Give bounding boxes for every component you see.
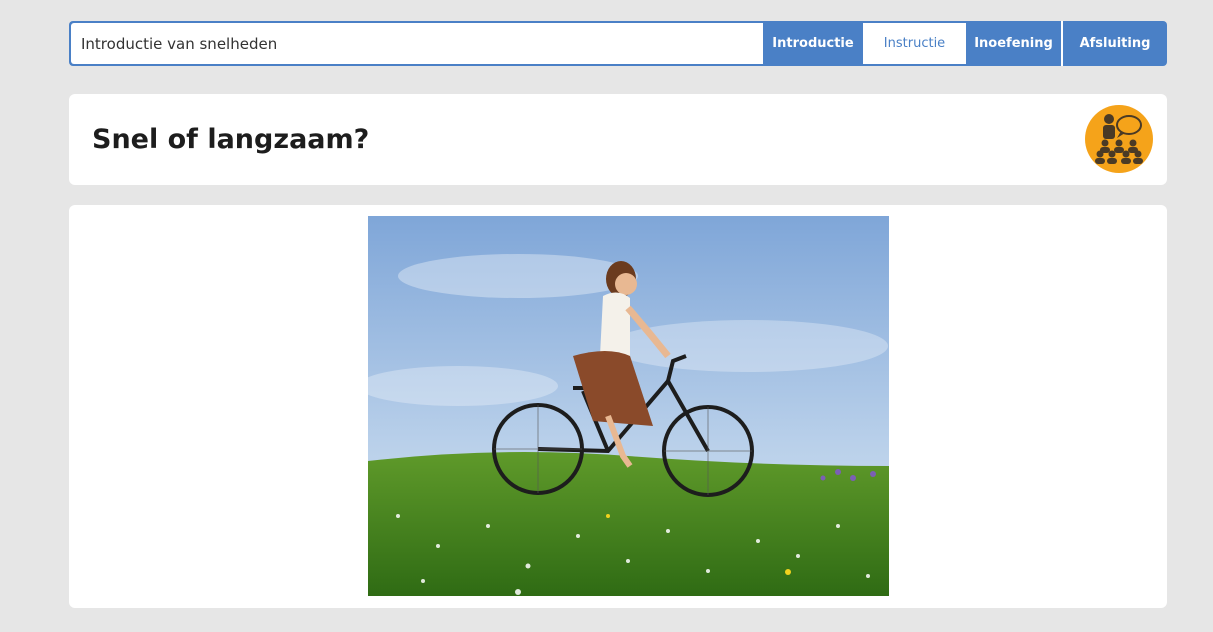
content-card: [69, 205, 1167, 608]
tab-introductie[interactable]: Introductie: [763, 21, 863, 66]
page-header-card: Snel of langzaam?: [69, 94, 1167, 185]
classroom-discussion-icon: [1085, 105, 1153, 173]
tab-instructie[interactable]: Instructie: [863, 23, 966, 64]
page-title: Snel of langzaam?: [92, 124, 370, 155]
tab-afsluiting[interactable]: Afsluiting: [1063, 21, 1167, 66]
phase-tabs: Introductie Instructie Inoefening Afslui…: [763, 21, 1167, 66]
woman-cycling-photo: [368, 216, 889, 596]
tab-inoefening[interactable]: Inoefening: [966, 21, 1063, 66]
lesson-title-field: Introductie van snelheden: [71, 23, 763, 64]
top-navigation-bar: Introductie van snelheden Introductie In…: [69, 21, 1167, 66]
